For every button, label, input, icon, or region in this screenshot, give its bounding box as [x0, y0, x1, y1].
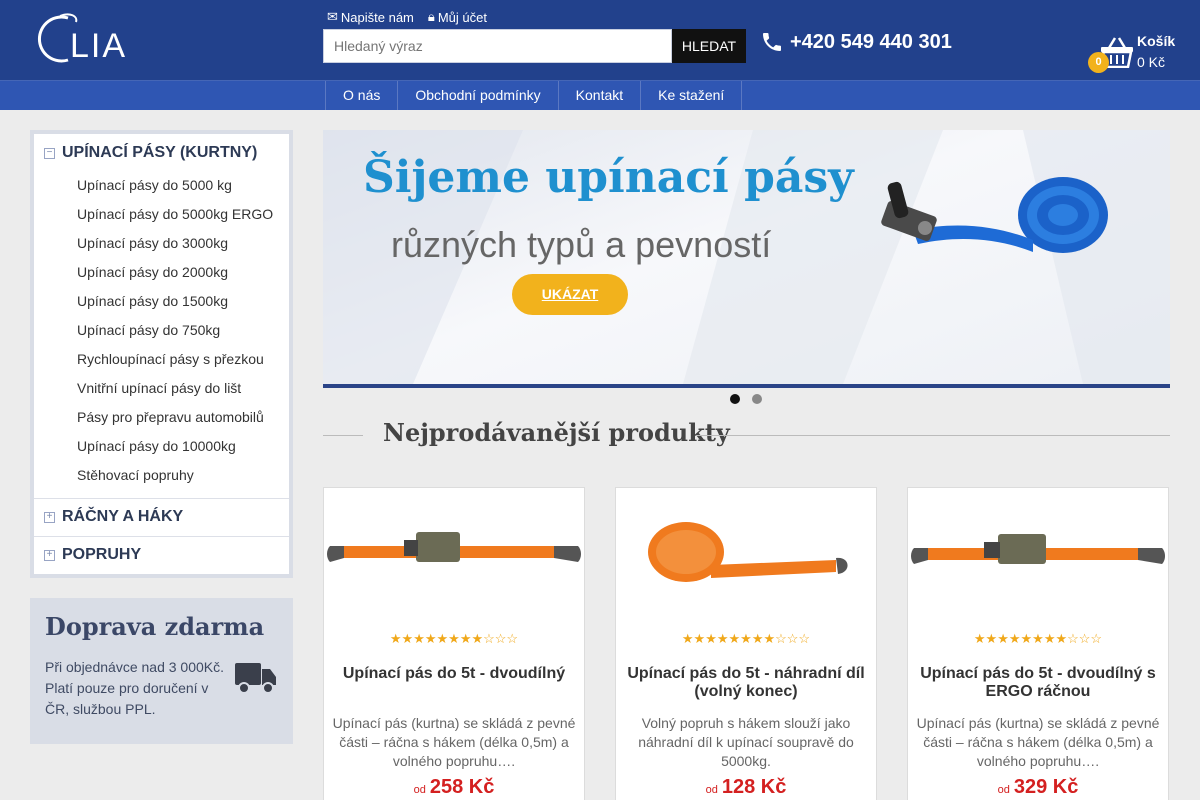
subcategory-list: Upínací pásy do 5000 kg Upínací pásy do …	[64, 171, 289, 490]
product-name[interactable]: Upínací pás do 5t - dvoudílný s ERGO ráč…	[918, 665, 1158, 701]
blue-strap-image	[881, 177, 1108, 253]
subcategory-item[interactable]: Upínací pásy do 10000kg	[64, 432, 289, 461]
phone-contact[interactable]: +420 549 440 301	[760, 30, 952, 54]
banner-subtitle: různých typů a pevností	[391, 224, 772, 265]
nav-item-contact[interactable]: Kontakt	[559, 81, 642, 110]
category-webbing[interactable]: + POPRUHY	[34, 536, 289, 574]
show-button[interactable]: UKÁZAT	[512, 274, 628, 315]
envelope-icon: ✉	[327, 9, 338, 24]
nav-item-downloads[interactable]: Ke stažení	[641, 81, 743, 110]
slider-dots	[730, 394, 762, 404]
lock-icon: 🔒︎	[427, 9, 435, 24]
search-input[interactable]	[323, 29, 672, 63]
shipping-title: Doprava zdarma	[45, 612, 265, 641]
cart-count-badge: 0	[1088, 52, 1109, 73]
rating-stars: ★★★★★★★★☆☆☆	[389, 631, 519, 646]
category-label: POPRUHY	[62, 546, 142, 563]
subcategory-item[interactable]: Rychloupínací pásy s přezkou	[64, 345, 289, 374]
category-ratchets-hooks[interactable]: + RÁČNY A HÁKY	[34, 498, 289, 536]
category-label: RÁČNY A HÁKY	[62, 508, 184, 525]
product-image	[911, 534, 1165, 564]
product-image	[648, 522, 848, 582]
subcategory-item[interactable]: Upínací pásy do 1500kg	[64, 287, 289, 316]
main-nav: O nás Obchodní podmínky Kontakt Ke staže…	[325, 81, 743, 110]
expand-icon[interactable]: +	[44, 511, 55, 523]
search-button[interactable]: HLEDAT	[672, 29, 746, 63]
category-label: UPÍNACÍ PÁSY (KURTNY)	[62, 144, 258, 161]
divider	[323, 435, 363, 436]
top-links: ✉ Napište nám 🔒︎ Můj účet	[327, 9, 487, 25]
expand-icon[interactable]: +	[44, 549, 55, 561]
subcategory-item[interactable]: Stěhovací popruhy	[64, 461, 289, 490]
subcategory-item[interactable]: Upínací pásy do 750kg	[64, 316, 289, 345]
product-card[interactable]: ★★★★★★★★☆☆☆ Upínací pás do 5t - náhradní…	[615, 487, 877, 800]
product-name[interactable]: Upínací pás do 5t - dvoudílný	[334, 665, 574, 683]
phone-icon	[763, 33, 781, 51]
free-shipping-box: Doprava zdarma Při objednávce nad 3 000K…	[30, 598, 293, 744]
cart-title: Košík	[1137, 33, 1176, 49]
product-image	[327, 532, 581, 562]
subcategory-item[interactable]: Upínací pásy do 2000kg	[64, 258, 289, 287]
shipping-text: Při objednávce nad 3 000Kč. Platí pouze …	[45, 659, 225, 717]
main-navbar: O nás Obchodní podmínky Kontakt Ke staže…	[0, 80, 1200, 110]
banner-title: Šijeme upínací pásy	[363, 152, 854, 203]
rating-stars: ★★★★★★★★☆☆☆	[973, 631, 1103, 646]
collapse-icon[interactable]: −	[44, 147, 55, 159]
product-card[interactable]: ★★★★★★★★☆☆☆ Upínací pás do 5t - dvoudíln…	[323, 487, 585, 800]
category-menu: − UPÍNACÍ PÁSY (KURTNY) Upínací pásy do …	[30, 130, 293, 578]
divider	[696, 435, 1170, 436]
nav-item-about[interactable]: O nás	[326, 81, 399, 110]
site-header: LIA ✉ Napište nám 🔒︎ Můj účet HLEDAT +42…	[0, 0, 1200, 80]
write-us-link[interactable]: ✉ Napište nám	[327, 9, 414, 25]
product-name[interactable]: Upínací pás do 5t - náhradní díl (volný …	[626, 665, 866, 701]
rating-stars: ★★★★★★★★☆☆☆	[681, 631, 811, 646]
slide-dot-2[interactable]	[752, 394, 762, 404]
subcategory-item[interactable]: Upínací pásy do 5000kg ERGO	[64, 200, 289, 229]
slide-dot-1[interactable]	[730, 394, 740, 404]
my-account-link[interactable]: 🔒︎ Můj účet	[428, 9, 487, 25]
cart-widget[interactable]: 0 Košík 0 Kč	[1088, 30, 1188, 76]
subcategory-item[interactable]: Vnitřní upínací pásy do lišt	[64, 374, 289, 403]
subcategory-item[interactable]: Pásy pro přepravu automobilů	[64, 403, 289, 432]
nav-item-terms[interactable]: Obchodní podmínky	[398, 81, 559, 110]
svg-text:LIA: LIA	[70, 27, 127, 65]
category-tie-down-straps[interactable]: − UPÍNACÍ PÁSY (KURTNY)	[34, 134, 289, 172]
bestsellers-heading: Nejprodávanější produkty	[383, 418, 730, 447]
product-price: od 329 Kč	[997, 776, 1079, 798]
product-description: Volný popruh s hákem slouží jako náhradn…	[638, 715, 854, 769]
product-price: od 258 Kč	[413, 776, 495, 798]
product-card[interactable]: ★★★★★★★★☆☆☆ Upínací pás do 5t - dvoudíln…	[907, 487, 1169, 800]
subcategory-item[interactable]: Upínací pásy do 3000kg	[64, 229, 289, 258]
clia-logo[interactable]: LIA	[30, 10, 140, 68]
product-price: od 128 Kč	[705, 776, 787, 798]
cart-total: 0 Kč	[1137, 54, 1166, 70]
product-description: Upínací pás (kurtna) se skládá z pevné č…	[332, 715, 576, 769]
hero-banner: Šijeme upínací pásy různých typů a pevno…	[323, 130, 1170, 384]
product-description: Upínací pás (kurtna) se skládá z pevné č…	[916, 715, 1160, 769]
subcategory-item[interactable]: Upínací pásy do 5000 kg	[64, 171, 289, 200]
truck-icon	[235, 663, 276, 694]
banner-underline	[323, 384, 1170, 388]
